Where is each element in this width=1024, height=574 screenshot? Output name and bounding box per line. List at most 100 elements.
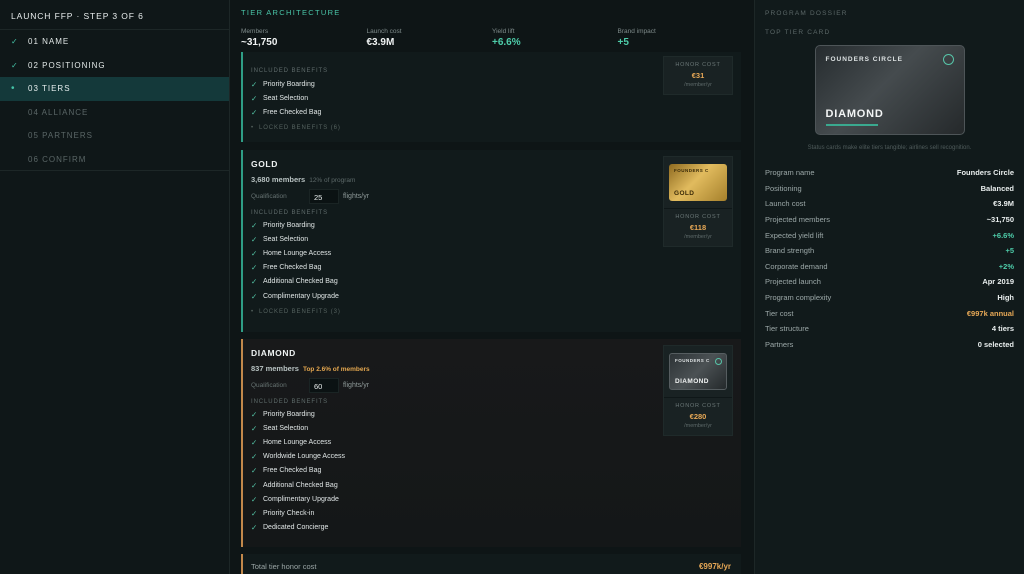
tier-benefits-block: INCLUDED BENEFITS ✓ Priority Boarding ✓ Se… [251, 68, 341, 131]
step-alliance[interactable]: 04 ALLIANCE [0, 101, 229, 125]
qualification-row: Qualification 60 flights/yr [251, 378, 731, 393]
benefit-item[interactable]: ✓ Home Lounge Access [251, 435, 731, 449]
step-name[interactable]: ✓ 01 NAME [0, 30, 229, 54]
benefit-item[interactable]: ✓ Worldwide Lounge Access [251, 450, 731, 464]
tier-card-diamond: DIAMOND 837 members Top 2.6% of members Q… [241, 339, 741, 547]
diamond-status-card: FOUNDERS C DIAMOND [669, 353, 727, 390]
row-key: Program name [765, 168, 815, 178]
benefit-label: Complimentary Upgrade [263, 292, 339, 300]
honor-cost-label: HONOR COST [675, 62, 721, 68]
stat-launch-cost: Launch cost €3.9M [367, 28, 493, 48]
card-brand: FOUNDERS CIRCLE [825, 56, 903, 63]
benefit-item[interactable]: ✓ Additional Checked Bag [251, 275, 731, 289]
included-benefits-label: INCLUDED BENEFITS [251, 399, 328, 405]
benefit-item[interactable]: ✓ Seat Selection [251, 232, 731, 246]
step-label: 03 TIERS [28, 84, 71, 94]
step-tiers[interactable]: • 03 TIERS [0, 77, 229, 101]
dossier-row: Partners 0 selected [765, 337, 1014, 353]
benefit-item[interactable]: ✓ Priority Boarding [251, 218, 731, 232]
locked-benefits-toggle[interactable]: • LOCKED BENEFITS (3) [251, 309, 731, 315]
program-dossier-panel: PROGRAM DOSSIER TOP TIER CARD FOUNDERS C… [754, 0, 1024, 574]
step-confirm[interactable]: 06 CONFIRM [0, 148, 229, 172]
benefit-item[interactable]: ✓ Priority Boarding [251, 407, 731, 421]
benefit-item[interactable]: ✓ Free Checked Bag [251, 105, 341, 119]
benefit-item[interactable]: ✓ Dedicated Concierge [251, 521, 731, 535]
dossier-row: Program name Founders Circle [765, 165, 1014, 181]
dossier-row: Tier structure 4 tiers [765, 321, 1014, 337]
member-share: Top 2.6% of members [302, 366, 370, 373]
member-share: 12% of program [309, 177, 356, 184]
stat-label: Brand impact [617, 28, 656, 35]
benefit-item[interactable]: ✓ Seat Selection [251, 421, 731, 435]
check-icon: ✓ [251, 220, 258, 230]
dossier-row: Launch cost €3.9M [765, 196, 1014, 212]
benefit-label: Free Checked Bag [263, 467, 322, 475]
benefit-item[interactable]: ✓ Complimentary Upgrade [251, 492, 731, 506]
dossier-row: Corporate demand +2% [765, 259, 1014, 275]
dossier-row: Positioning Balanced [765, 181, 1014, 197]
benefit-label: Home Lounge Access [263, 438, 332, 446]
stat-value: +5 [617, 37, 629, 48]
check-icon: ✓ [251, 107, 258, 117]
benefit-item[interactable]: ✓ Priority Boarding [251, 77, 341, 91]
stat-value: ~31,750 [241, 37, 278, 48]
qualification-input[interactable]: 25 [309, 189, 339, 204]
check-icon: ✓ [251, 93, 258, 103]
benefit-item[interactable]: ✓ Additional Checked Bag [251, 478, 731, 492]
dossier-row: Expected yield lift +6.6% [765, 227, 1014, 243]
included-benefits-label: INCLUDED BENEFITS [251, 210, 328, 216]
bullet-icon: • [251, 124, 255, 131]
included-benefits-label: INCLUDED BENEFITS [251, 68, 328, 74]
benefit-label: Priority Boarding [263, 80, 315, 88]
qualification-unit: flights/yr [343, 193, 370, 200]
check-icon: ✓ [11, 37, 19, 47]
benefit-item[interactable]: ✓ Priority Check-in [251, 506, 731, 520]
step-positioning[interactable]: ✓ 02 POSITIONING [0, 54, 229, 78]
honor-cost-box: FOUNDERS C DIAMOND HONOR COST €280 /memb… [663, 345, 733, 436]
honor-cost-unit: /member/yr [684, 423, 712, 429]
step-label: 02 POSITIONING [28, 60, 106, 70]
check-icon: ✓ [251, 234, 258, 244]
bullet-icon: • [251, 309, 255, 316]
benefit-item[interactable]: ✓ Home Lounge Access [251, 246, 731, 260]
benefit-label: Seat Selection [263, 235, 309, 243]
benefit-label: Worldwide Lounge Access [263, 453, 345, 461]
dossier-row: Projected members ~31,750 [765, 212, 1014, 228]
honor-cost-value: €118 [689, 223, 707, 232]
row-value: Balanced [980, 183, 1014, 193]
benefit-item[interactable]: ✓ Free Checked Bag [251, 464, 731, 478]
card-tier: DIAMOND [675, 378, 709, 385]
row-key: Tier structure [765, 324, 809, 334]
section-label: TIER ARCHITECTURE [241, 8, 341, 17]
member-count: 3,680 members [251, 175, 306, 184]
tier-architecture-panel[interactable]: INCLUDED BENEFITS ✓ Priority Boarding ✓ Se… [231, 0, 753, 574]
step-partners[interactable]: 05 PARTNERS [0, 124, 229, 148]
card-brand: FOUNDERS C [674, 168, 709, 173]
qualification-input[interactable]: 60 [309, 378, 339, 393]
row-value: High [997, 293, 1014, 303]
dossier-rows: Program name Founders Circle Positioning B… [765, 165, 1014, 352]
benefit-label: Additional Checked Bag [263, 481, 338, 489]
tier-architecture-header: TIER ARCHITECTURE Members ~31,750 Launch… [231, 0, 753, 52]
check-icon: ✓ [251, 291, 258, 301]
row-value: Apr 2019 [982, 277, 1014, 287]
benefit-item[interactable]: ✓ Seat Selection [251, 91, 341, 105]
row-value: ~31,750 [986, 215, 1014, 225]
locked-benefits-toggle[interactable]: • LOCKED BENEFITS (6) [251, 125, 341, 131]
row-value: 4 tiers [991, 324, 1014, 334]
honor-cost-box: HONOR COST €31 /member/yr [663, 56, 733, 95]
benefit-item[interactable]: ✓ Free Checked Bag [251, 261, 731, 275]
benefit-item[interactable]: ✓ Complimentary Upgrade [251, 289, 731, 303]
check-icon: ✓ [251, 437, 258, 447]
card-preview: FOUNDERS C GOLD [664, 157, 732, 209]
step-label: 05 PARTNERS [28, 131, 93, 141]
stat-label: Yield lift [492, 28, 515, 35]
step-label: 01 NAME [28, 37, 70, 47]
qualification-label: Qualification [251, 193, 287, 200]
honor-cost-value: €280 [689, 412, 707, 421]
card-accent-line [825, 124, 878, 126]
member-count: 837 members [251, 364, 299, 373]
row-key: Expected yield lift [765, 230, 824, 240]
tier-name: DIAMOND [251, 348, 296, 358]
benefit-label: Complimentary Upgrade [263, 495, 339, 503]
